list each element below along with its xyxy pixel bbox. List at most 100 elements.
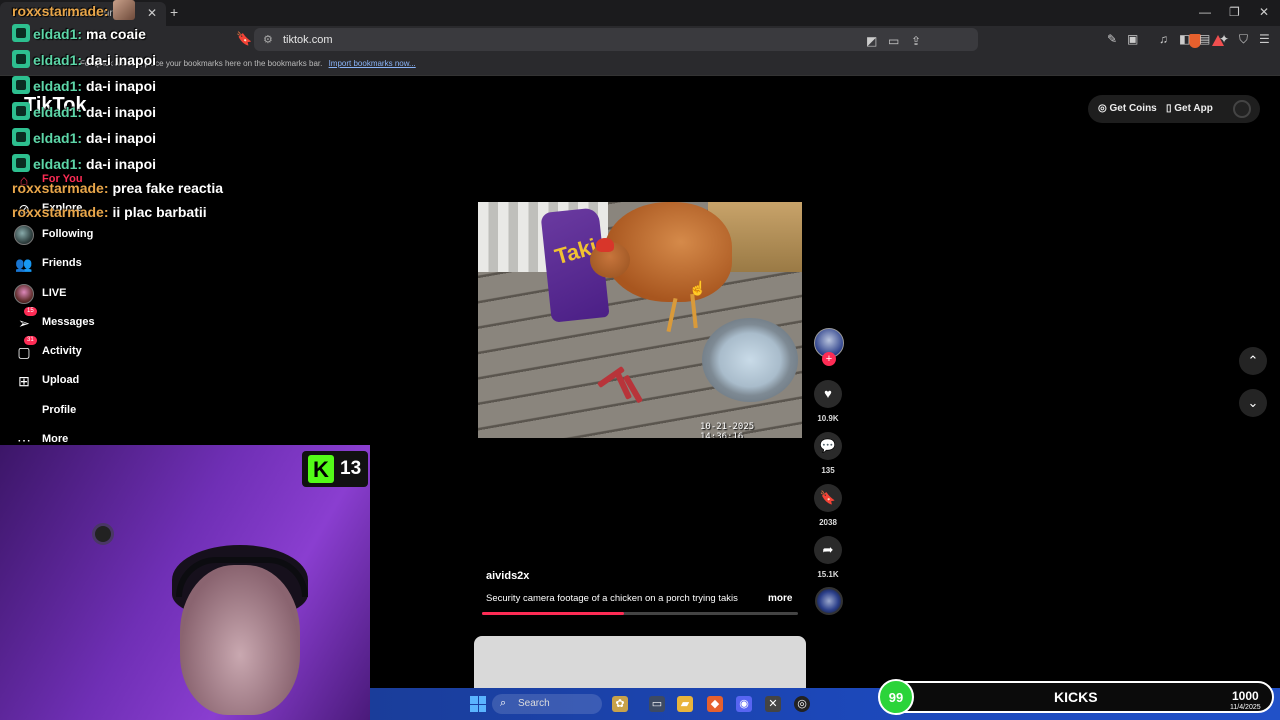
chat-message: eldad1: ma coaie — [12, 24, 146, 46]
get-coins-button[interactable]: ◎ Get Coins — [1098, 103, 1157, 114]
obs-icon[interactable]: ◎ — [794, 696, 810, 712]
activity-badge: 31 — [24, 336, 37, 345]
sidebar-item-label: More — [42, 433, 69, 445]
vpn-icon[interactable]: ⛉ — [1239, 32, 1248, 47]
friends-icon: 👥 — [15, 256, 33, 272]
taskbar-search[interactable]: ⌕ Search — [492, 694, 602, 714]
sidebar-item-live[interactable]: LIVE — [14, 284, 174, 306]
sidebar-item-upload[interactable]: ⊞ Upload — [14, 371, 174, 393]
chevron-up-icon: ⌃ — [1247, 353, 1259, 368]
save-button[interactable]: 🔖 — [814, 484, 842, 512]
chat-text: ii plac barbatii — [112, 204, 207, 220]
video-description: Security camera footage of a chicken on … — [486, 593, 738, 604]
sidebar-item-profile[interactable]: Profile — [14, 401, 174, 423]
heart-icon: ♥ — [824, 386, 832, 401]
camera-timestamp: 10-21-2025 14:36:16 — [700, 422, 755, 438]
close-window-icon[interactable]: ✕ — [1259, 5, 1269, 19]
chat-username: roxxstarmade: — [12, 180, 109, 196]
more-button[interactable]: more — [768, 593, 792, 604]
brave-browser-icon[interactable]: ◆ — [707, 696, 723, 712]
share-count: 15.1K — [817, 570, 839, 579]
url-text: tiktok.com — [283, 34, 333, 46]
chat-text: da-i inapoi — [86, 104, 157, 120]
restore-icon[interactable]: ❐ — [1229, 5, 1240, 19]
chat-text: da-i inapoi — [86, 130, 157, 146]
music-disc-icon[interactable] — [815, 587, 843, 615]
follow-plus-icon[interactable]: + — [822, 352, 836, 366]
sidebar-item-messages[interactable]: ➢ 15 Messages — [14, 307, 174, 335]
share-icon[interactable]: ⇪ — [911, 34, 921, 48]
bookmark-icon[interactable]: 🔖 — [236, 31, 252, 47]
media-icon[interactable]: ♫ — [1159, 32, 1168, 46]
import-bookmarks-link[interactable]: Import bookmarks now... — [329, 59, 416, 68]
discord-icon[interactable]: ◉ — [736, 696, 752, 712]
chicken-comb — [596, 238, 614, 252]
kick-viewer-count: 13 — [340, 458, 362, 479]
video-progress-fill — [482, 612, 625, 615]
widgets-icon[interactable]: ✿ — [612, 696, 628, 712]
share-button[interactable]: ➦ — [814, 536, 842, 564]
chat-message: eldad1: da-i inapoi — [12, 154, 156, 176]
taskbar-date: 11/4/2025 — [1230, 704, 1261, 711]
extensions-icon[interactable]: ✎ — [1107, 32, 1117, 46]
chat-username: roxxstarmade: — [12, 204, 109, 220]
windows-start-icon[interactable] — [470, 696, 486, 712]
sidebar-item-following[interactable]: Following — [14, 225, 174, 247]
chat-username: roxxstarmade: — [12, 3, 109, 19]
kick-logo-icon — [308, 455, 334, 483]
save-count: 2038 — [819, 518, 837, 527]
share-arrow-icon: ➦ — [822, 542, 834, 557]
chat-message: roxxstarmade: prea fake reactia — [12, 180, 223, 202]
header-actions: ◎ Get Coins ▯ Get App — [1088, 95, 1260, 123]
following-avatar — [14, 225, 34, 245]
task-view-icon[interactable]: ▭ — [649, 696, 665, 712]
chat-text: da-i inapoi — [86, 156, 157, 172]
chat-username: eldad1: — [33, 52, 83, 68]
comment-icon: 💬 — [819, 438, 837, 453]
chat-username: eldad1: — [33, 130, 83, 146]
previous-video-button[interactable]: ⌃ — [1239, 347, 1267, 375]
plus-square-icon: ⊞ — [18, 373, 30, 389]
leo-ai-icon[interactable]: ✦ — [1219, 32, 1229, 46]
cast-icon[interactable]: ▭ — [888, 34, 899, 48]
sidebar-item-activity[interactable]: ▢ 31 Activity — [14, 336, 174, 364]
sidebar-icon[interactable]: ◧ — [1179, 32, 1190, 46]
kicks-goal: 1000 — [1232, 689, 1259, 703]
sidebar-item-label: Activity — [42, 345, 82, 357]
chat-message: eldad1: da-i inapoi — [12, 50, 156, 72]
app-icon[interactable]: ✕ — [765, 696, 781, 712]
like-button[interactable]: ♥ — [814, 380, 842, 408]
kicks-progress-circle: 99 — [878, 679, 914, 715]
chat-text: da-i inapoi — [86, 78, 157, 94]
file-explorer-icon[interactable]: ▰ — [677, 696, 693, 712]
comment-button[interactable]: 💬 — [814, 432, 842, 460]
video-author[interactable]: aivids2x — [486, 570, 529, 582]
sidebar-item-friends[interactable]: 👥 Friends — [14, 254, 174, 276]
minimize-icon[interactable]: — — [1199, 5, 1211, 19]
og-badge-icon — [12, 102, 30, 120]
browser-tab-bar: TikTok - Make Your Day ✕ + — ❐ ✕ — [0, 0, 1280, 26]
chat-message: eldad1: da-i inapoi — [12, 128, 156, 150]
next-video-button[interactable]: ⌄ — [1239, 389, 1267, 417]
mute-icon[interactable]: ◩ — [866, 34, 877, 48]
new-tab-icon[interactable]: + — [170, 4, 178, 20]
wallet-icon[interactable]: ▤ — [1199, 32, 1210, 46]
comment-count: 135 — [821, 466, 835, 475]
get-app-button[interactable]: ▯ Get App — [1166, 103, 1213, 114]
browser-toolbar: 🔖 ⚙ tiktok.com ◩ ▭ ⇪ ✎ ▣ ♫ ◧ ▤ ✦ ⛉ ☰ — [0, 26, 1280, 54]
address-bar[interactable]: ⚙ tiktok.com ◩ ▭ ⇪ — [254, 28, 1224, 51]
downloads-icon[interactable]: ▣ — [1127, 32, 1138, 46]
menu-icon[interactable]: ☰ — [1259, 32, 1270, 46]
chat-username: eldad1: — [33, 26, 83, 42]
chat-message: roxxstarmade: ii plac barbatii — [12, 204, 207, 226]
chat-username: eldad1: — [33, 156, 83, 172]
bookmark-filled-icon: 🔖 — [819, 490, 837, 505]
profile-avatar[interactable] — [1233, 100, 1251, 118]
site-info-icon[interactable]: ⚙ — [263, 33, 273, 46]
video-progress-bar[interactable] — [482, 612, 798, 615]
chevron-down-icon: ⌄ — [1247, 395, 1259, 410]
headset — [176, 557, 308, 597]
sidebar-item-label: Upload — [42, 374, 80, 386]
video-player[interactable]: Takis 10-21-2025 14:36:16 — [478, 202, 802, 438]
close-tab-icon[interactable]: ✕ — [147, 6, 157, 20]
